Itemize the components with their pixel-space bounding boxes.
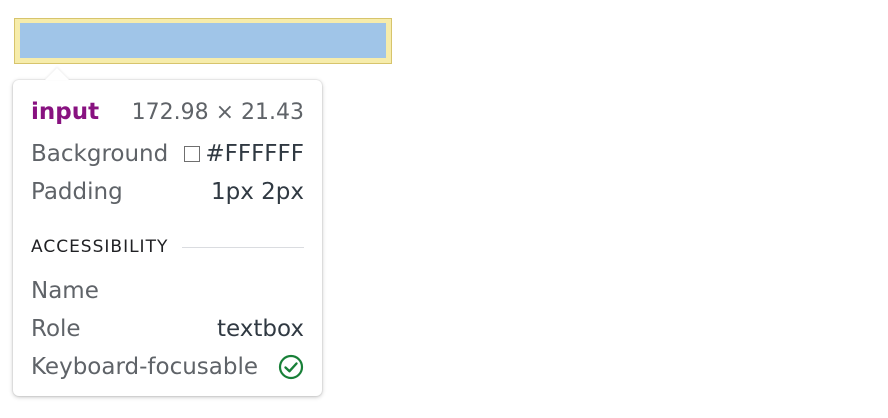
color-swatch-icon	[184, 146, 201, 162]
keyboard-focusable-label: Keyboard-focusable	[31, 354, 259, 380]
highlighted-input-element[interactable]	[14, 18, 392, 64]
padding-label: Padding	[31, 179, 123, 205]
element-dimensions: 172.98 × 21.43	[131, 99, 304, 125]
tooltip-arrow	[45, 68, 69, 80]
padding-row: Padding 1px 2px	[31, 175, 304, 209]
background-value-wrap: #FFFFFF	[184, 141, 304, 167]
name-row: Name	[31, 274, 304, 308]
inspect-tooltip: input 172.98 × 21.43 Background #FFFFFF …	[13, 68, 322, 396]
check-circle-icon	[278, 354, 304, 380]
role-value: textbox	[217, 316, 304, 342]
accessibility-section-header: ACCESSIBILITY	[31, 235, 304, 259]
section-divider	[182, 246, 304, 248]
accessibility-section-title: ACCESSIBILITY	[31, 237, 169, 257]
tooltip-header: input 172.98 × 21.43	[31, 94, 304, 130]
background-value: #FFFFFF	[205, 141, 304, 167]
background-row: Background #FFFFFF	[31, 137, 304, 171]
background-label: Background	[31, 141, 169, 167]
padding-value: 1px 2px	[211, 179, 304, 205]
role-row: Role textbox	[31, 312, 304, 346]
role-label: Role	[31, 316, 81, 342]
input-content-highlight	[20, 23, 386, 58]
name-label: Name	[31, 278, 99, 304]
element-tag-name: input	[31, 99, 100, 125]
keyboard-focusable-row: Keyboard-focusable	[31, 350, 304, 384]
